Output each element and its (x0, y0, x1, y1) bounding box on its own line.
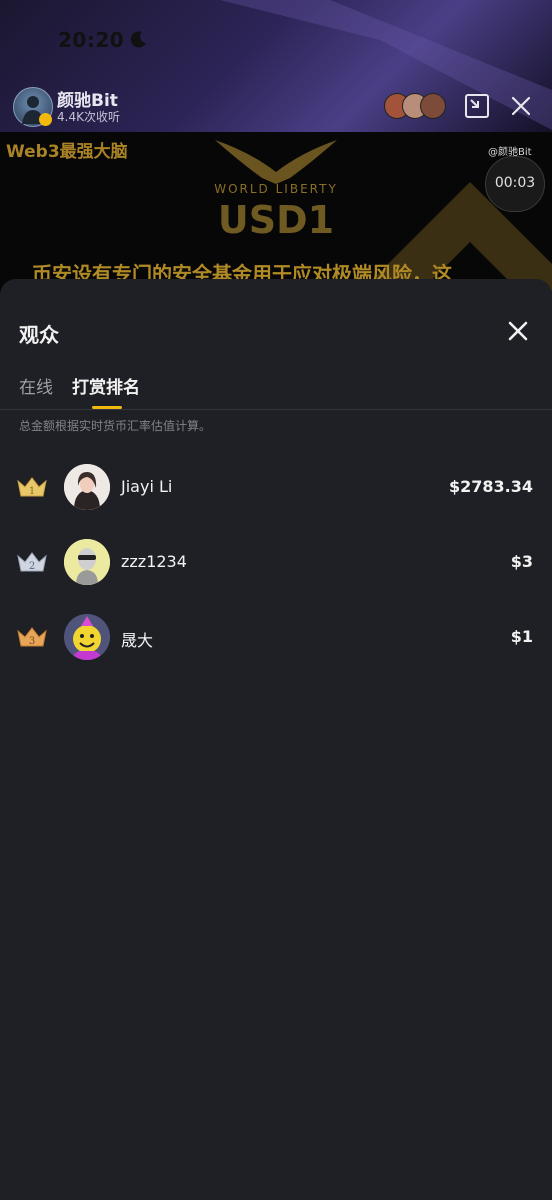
do-not-disturb-moon-icon (130, 31, 146, 48)
user-photo-icon (64, 539, 110, 585)
tab-online[interactable]: 在线 (19, 373, 53, 398)
username: zzz1234 (121, 552, 187, 571)
tip-amount: $1 (510, 627, 533, 646)
tip-amount: $2783.34 (448, 477, 533, 496)
ranking-row[interactable]: 3 晟大 $1 (0, 608, 552, 668)
close-sheet-icon[interactable] (506, 319, 530, 343)
currency-note: 总金额根据实时货币汇率估值计算。 (19, 419, 212, 433)
tab-tip-ranking[interactable]: 打赏排名 (72, 373, 140, 398)
gold-crown-icon: 1 (17, 477, 47, 497)
video-brand-text: Web3最强大脑 (6, 142, 128, 162)
tab-divider (0, 409, 552, 410)
listener-count: 4.4K次收听 (57, 110, 120, 124)
floating-timer[interactable]: 00:03 (485, 156, 545, 212)
video-logo-caption: WORLD LIBERTY (214, 182, 338, 196)
tip-amount: $3 (510, 552, 533, 571)
bronze-crown-icon: 3 (17, 627, 47, 647)
video-logo-title: USD1 (217, 198, 335, 242)
avatar[interactable] (64, 614, 110, 660)
rank-number: 3 (29, 636, 35, 647)
smiley-party-icon (64, 614, 110, 660)
ranking-row[interactable]: 2 zzz1234 $3 (0, 533, 552, 593)
status-bar-time: 20:20 (58, 28, 125, 52)
minimize-window-icon[interactable] (463, 92, 491, 120)
viewer-avatars[interactable] (384, 93, 446, 119)
username: 晟大 (121, 631, 154, 650)
silver-crown-icon: 2 (17, 552, 47, 572)
audience-sheet: 观众 在线 打赏排名 总金额根据实时货币汇率估值计算。 1 Jiayi Li $… (0, 279, 552, 1200)
avatar[interactable] (64, 539, 110, 585)
viewer-avatar (420, 93, 446, 119)
rank-number: 1 (29, 486, 35, 497)
ranking-row[interactable]: 1 Jiayi Li $2783.34 (0, 458, 552, 518)
rank-number: 2 (29, 561, 35, 572)
timer-value: 00:03 (494, 175, 536, 191)
verified-badge-icon (39, 113, 52, 126)
avatar[interactable] (64, 464, 110, 510)
username: Jiayi Li (121, 477, 173, 496)
close-live-icon[interactable] (507, 92, 535, 120)
sheet-title: 观众 (19, 323, 59, 347)
user-photo-icon (64, 464, 110, 510)
